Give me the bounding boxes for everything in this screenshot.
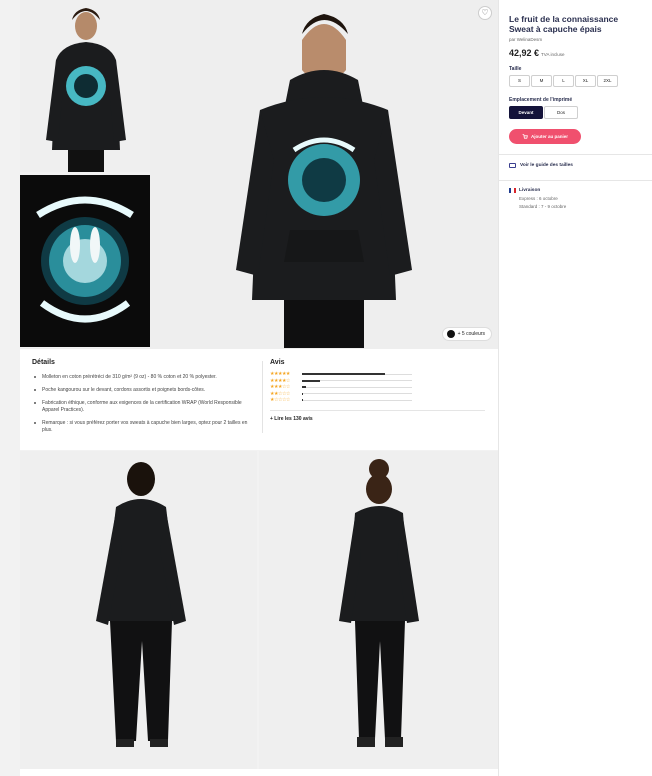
size-selector: S M L XL 2XL	[509, 75, 619, 87]
size-guide-link[interactable]: Voir le guide des tailles	[509, 163, 573, 168]
heart-icon: ♡	[481, 8, 489, 17]
placement-option-back[interactable]: Dos	[544, 106, 578, 119]
color-options-button[interactable]: + 5 couleurs	[441, 327, 492, 341]
details-item: Poche kangourou sur le devant, cordons a…	[32, 387, 257, 394]
size-option-l[interactable]: L	[553, 75, 574, 87]
review-row-4[interactable]: ★★★★☆	[270, 378, 485, 384]
review-bar-fill	[302, 386, 307, 388]
design-artwork-image	[20, 175, 150, 347]
review-bar	[302, 392, 412, 395]
female-back-image	[259, 451, 498, 769]
product-page: ♡ + 5 couleurs Détails Molleton en coton…	[0, 0, 652, 776]
bottom-strip	[20, 769, 498, 776]
product-price: 42,92 € TVA incluse	[509, 48, 564, 58]
print-placement-label: Emplacement de l'imprimé	[509, 97, 573, 103]
review-bar	[302, 379, 412, 382]
product-gallery: ♡ + 5 couleurs Détails Molleton en coton…	[0, 0, 498, 776]
read-reviews-link[interactable]: + Lire les 130 avis	[270, 416, 485, 422]
add-to-cart-label: Ajouter au panier	[530, 134, 568, 139]
divider	[262, 361, 263, 433]
size-option-s[interactable]: S	[509, 75, 530, 87]
review-row-2[interactable]: ★★☆☆☆	[270, 391, 485, 397]
review-bar	[302, 399, 412, 401]
artist-link[interactable]: par WelinaDesm	[509, 37, 542, 42]
divider	[499, 180, 652, 181]
details-list: Molleton en coton prérétréci de 310 g/m²…	[32, 374, 257, 434]
divider	[499, 154, 652, 155]
shipping-express: Express : 6 octobre	[519, 196, 558, 201]
details-item: Molleton en coton prérétréci de 310 g/m²…	[32, 374, 257, 381]
review-bar	[302, 373, 412, 375]
main-product-image[interactable]: ♡ + 5 couleurs	[150, 0, 498, 348]
product-info-panel: Le fruit de la connaissance Sweat à capu…	[498, 0, 652, 776]
thumbnail-model-front[interactable]	[20, 0, 150, 172]
reviews-section: Avis ★★★★★ ★★★★☆ ★★★☆☆ ★★☆☆☆ ★☆☆☆☆ + Lir…	[270, 359, 485, 422]
image-back-male[interactable]	[20, 451, 257, 769]
review-row-1[interactable]: ★☆☆☆☆	[270, 397, 485, 403]
details-item: Remarque : si vous préférez porter vos s…	[32, 420, 257, 434]
size-option-2xl[interactable]: 2XL	[597, 75, 618, 87]
details-item: Fabrication éthique, conforme aux exigen…	[32, 400, 257, 414]
size-label: Taille	[509, 66, 522, 72]
details-card: Détails Molleton en coton prérétréci de …	[20, 348, 498, 450]
review-bar-fill	[302, 392, 304, 395]
thumbnail-column	[20, 0, 150, 348]
favorite-button[interactable]: ♡	[478, 6, 492, 20]
image-back-female[interactable]	[259, 451, 498, 769]
review-row-3[interactable]: ★★★☆☆	[270, 384, 485, 390]
details-title: Détails	[32, 359, 55, 366]
star-rating: ★☆☆☆☆	[270, 397, 290, 403]
color-swatch-icon	[446, 330, 455, 338]
shipping-label: Livraison	[519, 188, 541, 193]
shipping-standard: Standard : 7 - 9 octobre	[519, 204, 567, 209]
shipping-header: Livraison	[509, 188, 566, 193]
size-option-m[interactable]: M	[531, 75, 552, 87]
male-back-image	[20, 451, 257, 769]
review-row-5[interactable]: ★★★★★	[270, 371, 485, 377]
cart-icon	[522, 133, 528, 139]
product-title: Le fruit de la connaissance Sweat à capu…	[509, 14, 619, 34]
star-rating: ★★☆☆☆	[270, 390, 290, 397]
review-bar	[302, 386, 412, 388]
reviews-title: Avis	[270, 359, 285, 366]
ruler-icon	[509, 163, 516, 168]
shipping-info: Livraison Express : 6 octobre Standard :…	[509, 188, 566, 209]
print-placement-selector: Devant Dos	[509, 106, 579, 119]
france-flag-icon	[509, 188, 516, 193]
divider	[270, 410, 485, 411]
review-bar-fill	[302, 379, 320, 382]
model-hoodie-image	[150, 0, 498, 348]
color-options-label: + 5 couleurs	[457, 331, 485, 337]
size-option-xl[interactable]: XL	[575, 75, 596, 87]
size-guide-label: Voir le guide des tailles	[520, 163, 573, 168]
price-value: 42,92 €	[509, 48, 540, 58]
details-section: Détails Molleton en coton prérétréci de …	[32, 359, 257, 440]
star-rating: ★★★☆☆	[270, 384, 290, 390]
placement-option-front[interactable]: Devant	[509, 106, 543, 119]
star-rating: ★★★★★	[270, 371, 290, 377]
thumbnail-design-artwork[interactable]	[20, 175, 150, 347]
review-bar-fill	[302, 399, 304, 401]
model-front-thumb-image	[20, 0, 150, 172]
review-bar-fill	[302, 373, 385, 375]
star-rating: ★★★★☆	[270, 377, 290, 384]
tva-note: TVA incluse	[541, 52, 565, 57]
add-to-cart-button[interactable]: Ajouter au panier	[509, 129, 581, 144]
